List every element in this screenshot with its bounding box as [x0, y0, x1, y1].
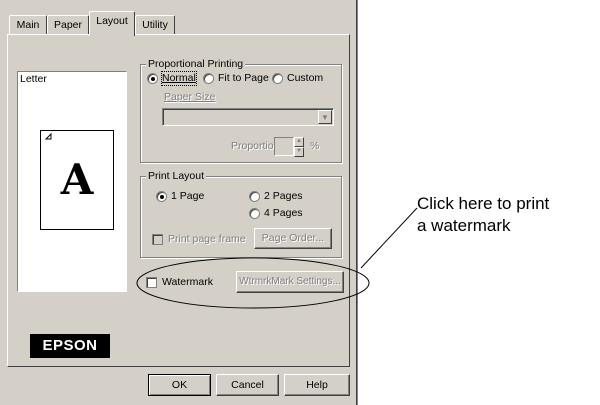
tab-utility[interactable]: Utility — [135, 15, 175, 35]
paper-size-label: Paper Size — [164, 91, 216, 103]
help-button[interactable]: Help — [284, 374, 350, 396]
watermark-checkbox[interactable] — [146, 277, 157, 288]
paper-size-select[interactable] — [162, 108, 334, 126]
print-page-frame-checkbox[interactable] — [152, 234, 163, 245]
callout-leader-line — [360, 207, 418, 269]
proportion-input[interactable] — [274, 137, 294, 156]
epson-logo: EPSON — [30, 334, 110, 358]
two-pages-label[interactable]: 2 Pages — [264, 190, 303, 203]
page-corner-icon — [45, 133, 52, 140]
callout-text-line2: a watermark — [417, 216, 511, 235]
fit-to-page-radio[interactable] — [203, 73, 214, 84]
normal-radio-label[interactable]: Normal — [161, 71, 197, 86]
proportion-label: Proportion — [231, 140, 280, 152]
dialog-edge-outer — [357, 0, 358, 405]
print-layout-title: Print Layout — [146, 170, 207, 182]
watermark-settings-button[interactable]: WtrmrkMark Settings... — [236, 271, 344, 293]
normal-radio[interactable] — [147, 73, 158, 84]
spin-up-icon[interactable]: ▲ — [294, 137, 304, 147]
preview-sample-letter: A — [60, 155, 94, 204]
cancel-button[interactable]: Cancel — [216, 374, 279, 396]
proportion-unit: % — [310, 140, 320, 152]
one-page-radio[interactable] — [156, 191, 167, 202]
tab-layout[interactable]: Layout — [89, 11, 135, 36]
one-page-label[interactable]: 1 Page — [171, 190, 204, 203]
two-pages-radio[interactable] — [249, 191, 260, 202]
callout-text-line1: Click here to print — [417, 194, 550, 213]
print-page-frame-label: Print page frame — [168, 233, 246, 245]
tab-paper[interactable]: Paper — [47, 15, 89, 35]
watermark-label[interactable]: Watermark — [162, 276, 213, 289]
chevron-down-icon[interactable]: ▼ — [318, 110, 332, 124]
spin-down-icon[interactable]: ▼ — [294, 147, 304, 157]
four-pages-label[interactable]: 4 Pages — [264, 207, 303, 220]
proportional-printing-title: Proportional Printing — [146, 58, 246, 70]
preview-paper-label: Letter — [20, 73, 47, 85]
ok-button[interactable]: OK — [148, 374, 211, 396]
four-pages-radio[interactable] — [249, 208, 260, 219]
fit-to-page-label[interactable]: Fit to Page — [218, 72, 269, 85]
page-order-button[interactable]: Page Order... — [254, 228, 332, 249]
custom-radio[interactable] — [272, 73, 283, 84]
tab-main[interactable]: Main — [9, 15, 47, 35]
custom-radio-label[interactable]: Custom — [287, 72, 323, 85]
